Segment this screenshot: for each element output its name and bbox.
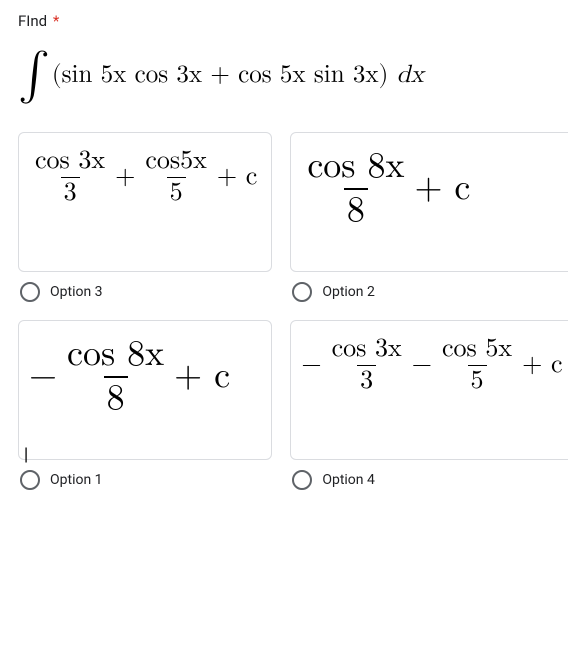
frac-den: 3 xyxy=(61,177,80,208)
tail-text: + c xyxy=(174,357,230,397)
option-label: Option 2 xyxy=(322,284,375,300)
option-cell-4: − cos 3x 3 − cos 5x 5 + c Option 4 xyxy=(290,320,568,490)
question-formula: ∫ (sin 5x cos 3x + cos 5x sin 3x) dx xyxy=(18,46,550,104)
radio-icon xyxy=(292,282,312,302)
integral-sign: ∫ xyxy=(18,46,50,104)
option-cell-3: cos 3x 3 + cos5x 5 + c Option 3 xyxy=(18,132,272,302)
formula-option-4: − cos 3x 3 − cos 5x 5 + c xyxy=(301,335,566,395)
frac-num: cos5x xyxy=(142,147,210,177)
frac-den: 5 xyxy=(468,365,487,396)
option-image-4[interactable]: − cos 3x 3 − cos 5x 5 + c xyxy=(290,320,568,460)
option-radio-2[interactable]: Option 2 xyxy=(290,282,568,302)
frac-den: 8 xyxy=(344,188,368,231)
title-text: FInd xyxy=(18,12,47,30)
radio-icon xyxy=(20,282,40,302)
frac-num: cos 8x xyxy=(304,147,407,188)
option-image-1[interactable]: − cos 8x 8 + c xyxy=(18,320,272,460)
frac-num: cos 3x xyxy=(32,147,108,177)
formula-option-3: cos 3x 3 + cos5x 5 + c xyxy=(29,147,261,207)
tail-text: + c xyxy=(217,163,257,192)
frac-den: 3 xyxy=(357,365,376,396)
option-radio-1[interactable]: Option 1 xyxy=(18,470,272,490)
frac-den: 5 xyxy=(167,177,186,208)
required-asterisk: * xyxy=(53,12,59,30)
leading-minus: − xyxy=(29,357,57,397)
frac-num: cos 8x xyxy=(64,335,167,376)
frac-den: 8 xyxy=(104,376,128,419)
tail-text: + c xyxy=(522,351,562,380)
frac-num: cos 3x xyxy=(329,335,405,365)
option-label: Option 4 xyxy=(322,472,375,488)
option-image-3[interactable]: cos 3x 3 + cos5x 5 + c xyxy=(18,132,272,272)
formula-option-1: − cos 8x 8 + c xyxy=(29,335,234,418)
option-label: Option 1 xyxy=(50,472,103,488)
frac-num: cos 5x xyxy=(439,335,515,365)
tail-text: + c xyxy=(414,169,470,209)
option-cell-1: − cos 8x 8 + c Option 1 | xyxy=(18,320,272,490)
integrand-text: (sin 5x cos 3x + cos 5x sin 3x) xyxy=(52,60,388,90)
question-title: FInd * xyxy=(18,12,550,30)
text-cursor: | xyxy=(24,446,28,464)
radio-icon xyxy=(292,470,312,490)
option-label: Option 3 xyxy=(50,284,103,300)
formula-option-2: cos 8x 8 + c xyxy=(301,147,474,230)
operator: + xyxy=(115,163,135,192)
operator: − xyxy=(412,351,432,380)
option-radio-3[interactable]: Option 3 xyxy=(18,282,272,302)
options-grid: cos 3x 3 + cos5x 5 + c Option 3 cos 8x 8 xyxy=(18,132,550,490)
option-cell-2: cos 8x 8 + c Option 2 xyxy=(290,132,568,302)
option-image-2[interactable]: cos 8x 8 + c xyxy=(290,132,568,272)
radio-icon xyxy=(20,470,40,490)
dx-text: dx xyxy=(397,60,424,90)
leading-minus: − xyxy=(301,351,321,380)
option-radio-4[interactable]: Option 4 xyxy=(290,470,568,490)
